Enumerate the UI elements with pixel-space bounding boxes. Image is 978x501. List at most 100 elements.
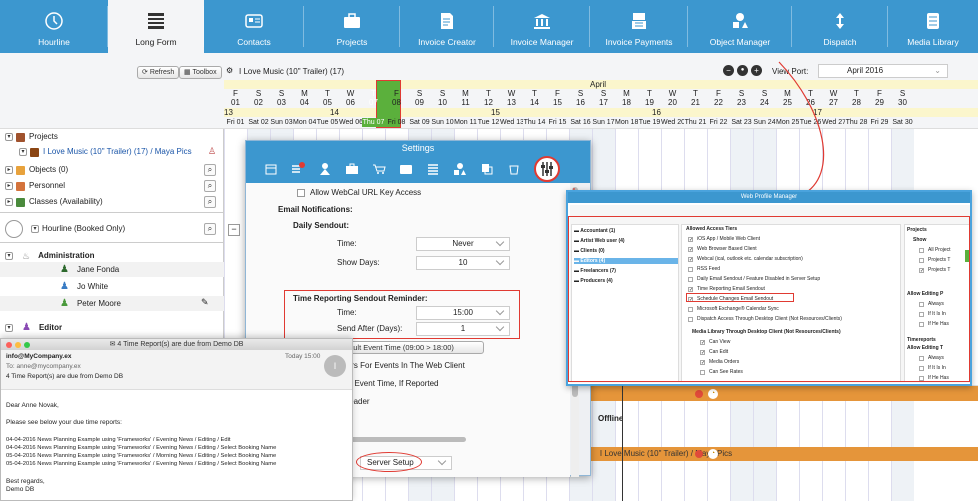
day-number: 05: [323, 98, 332, 107]
tree-project-item[interactable]: ▾ I Love Music (10" Trailer) (17) / Maya …: [14, 145, 224, 159]
tab-media-library[interactable]: Media Library: [888, 0, 978, 53]
close-icon[interactable]: [6, 342, 12, 348]
tree-projects[interactable]: ▾ Projects: [0, 130, 222, 144]
day-header[interactable]: S 09: [408, 89, 431, 107]
show-days-select[interactable]: 10: [416, 256, 510, 270]
tree-label: Jane Fonda: [76, 265, 120, 274]
objects-icon[interactable]: [453, 162, 467, 176]
tree-editor[interactable]: ▾ ♟ Editor: [0, 321, 222, 335]
day-header[interactable]: T 07: [362, 89, 385, 107]
tab-object-manager[interactable]: Object Manager: [688, 0, 792, 53]
tree-hourline[interactable]: ▾ Hourline (Booked Only): [26, 222, 216, 236]
copy-icon[interactable]: [480, 162, 494, 176]
email-regards: Best regards,: [6, 478, 45, 485]
day-header[interactable]: S 03: [270, 89, 293, 107]
person-icon: ♙: [208, 146, 217, 156]
day-label: Thu 28: [845, 119, 868, 126]
tree-classes[interactable]: ▸ Classes (Availability): [0, 195, 222, 209]
day-label: Fri 29: [870, 119, 889, 126]
tab-invoice-manager[interactable]: Invoice Manager: [494, 0, 590, 53]
tab-dispatch[interactable]: Dispatch: [792, 0, 888, 53]
daily-sendout-label: Daily Sendout:: [293, 221, 350, 230]
tree-objects[interactable]: ▸ Objects (0): [0, 163, 222, 177]
day-header[interactable]: T 28: [845, 89, 868, 107]
tree-person[interactable]: ♟ Jane Fonda: [60, 263, 220, 277]
cash-register-icon: [628, 11, 650, 31]
expand-icon[interactable]: ▸: [5, 166, 13, 174]
day-header[interactable]: F 08: [385, 89, 408, 107]
day-header[interactable]: T 05: [316, 89, 339, 107]
search-icon[interactable]: ⌕: [204, 164, 216, 176]
refresh-button[interactable]: ⟳ Refresh: [137, 66, 180, 79]
tab-long-form[interactable]: Long Form: [108, 0, 204, 53]
folder-icon: [16, 132, 25, 142]
tree-personnel[interactable]: ▸ Personnel: [0, 179, 222, 193]
tab-label: Long Form: [135, 37, 177, 47]
tree-person[interactable]: ♟ Jo White: [60, 280, 220, 294]
person-icon: ♟: [60, 281, 69, 292]
email-line: 04-04-2016 News Planning Example using '…: [6, 445, 277, 451]
reminder-time-select[interactable]: 15:00: [416, 306, 510, 320]
search-icon[interactable]: ⌕: [204, 196, 216, 208]
tab-invoice-payments[interactable]: Invoice Payments: [590, 0, 688, 53]
bank-icon: [531, 11, 553, 31]
collapse-icon[interactable]: ▾: [5, 252, 13, 260]
collapse-panel-icon[interactable]: −: [228, 224, 240, 236]
tab-invoice-creator[interactable]: Invoice Creator: [400, 0, 494, 53]
trash-icon[interactable]: [507, 162, 521, 176]
tree-label: Objects (0): [29, 165, 69, 174]
wpm-highlight: [568, 216, 970, 382]
list-alert-icon[interactable]: [291, 162, 305, 176]
toolbox-button[interactable]: ▦ Toolbox: [179, 66, 222, 79]
tab-hourline[interactable]: Hourline: [0, 0, 108, 53]
tree-administration[interactable]: ▾ ♨ Administration: [0, 249, 222, 263]
minimize-icon[interactable]: [15, 342, 21, 348]
day-header[interactable]: S 10: [431, 89, 454, 107]
expand-icon[interactable]: ▸: [5, 182, 13, 190]
day-number: 03: [277, 98, 286, 107]
contact-card-icon[interactable]: [399, 162, 413, 176]
day-header[interactable]: W 13: [500, 89, 523, 107]
day-header[interactable]: M 11: [454, 89, 477, 107]
webcal-checkbox[interactable]: [297, 189, 305, 197]
search-icon[interactable]: ⌕: [204, 223, 216, 235]
weekday-letter: W: [507, 89, 516, 98]
collapse-icon[interactable]: ▾: [31, 225, 39, 233]
weekday-letter: S: [439, 89, 446, 98]
day-header[interactable]: F 01: [224, 89, 247, 107]
tree-label: Projects: [29, 132, 58, 141]
day-header[interactable]: S 30: [891, 89, 914, 107]
person-arrow-icon[interactable]: [318, 162, 332, 176]
tree-label: I Love Music (10" Trailer) (17) / Maya P…: [43, 147, 192, 156]
tab-contacts[interactable]: Contacts: [204, 0, 304, 53]
collapse-icon[interactable]: ▾: [5, 324, 13, 332]
media-library-icon: [922, 11, 944, 31]
day-header[interactable]: F 29: [868, 89, 891, 107]
day-number: 02: [254, 98, 263, 107]
day-header[interactable]: S 02: [247, 89, 270, 107]
edit-pen-icon[interactable]: ✎: [201, 297, 209, 308]
module-toolbar: Hourline Long Form Contacts Projects Inv…: [0, 0, 978, 53]
expand-icon[interactable]: ▸: [5, 198, 13, 206]
classes-icon: [16, 197, 25, 207]
send-after-select[interactable]: 1: [416, 322, 510, 336]
collapse-icon[interactable]: ▾: [5, 133, 13, 141]
daily-time-select[interactable]: Never: [416, 237, 510, 251]
objects-icon: [16, 165, 25, 175]
day-header[interactable]: M 04: [293, 89, 316, 107]
offline-label: Offline: [598, 414, 624, 423]
tab-projects[interactable]: Projects: [304, 0, 400, 53]
briefcase-icon[interactable]: [345, 162, 359, 176]
cart-icon[interactable]: [372, 162, 386, 176]
list-form-icon[interactable]: [426, 162, 440, 176]
reminder-time-label: Time:: [337, 308, 357, 317]
calendar-icon[interactable]: [264, 162, 278, 176]
day-header[interactable]: W 06: [339, 89, 362, 107]
email-line: 04-04-2016 News Planning Example using '…: [6, 437, 231, 443]
collapse-icon[interactable]: ▾: [19, 148, 27, 156]
gear-icon[interactable]: ⚙: [226, 66, 233, 75]
tree-person[interactable]: ♟ Peter Moore: [60, 297, 220, 311]
day-header[interactable]: T 12: [477, 89, 500, 107]
zoom-icon[interactable]: [24, 342, 30, 348]
search-icon[interactable]: ⌕: [204, 180, 216, 192]
